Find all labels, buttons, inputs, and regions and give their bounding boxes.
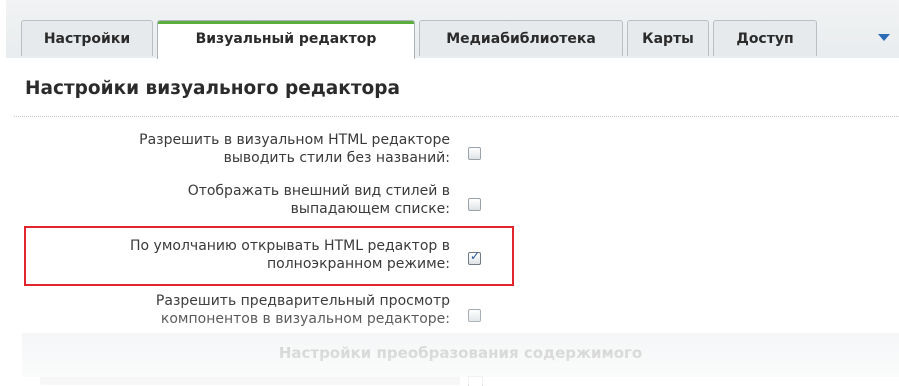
option-label-line2: выпадающем списке: <box>290 201 450 217</box>
checkbox-component-preview[interactable] <box>468 309 481 322</box>
divider <box>14 116 899 117</box>
option-label-component-preview: Разрешить предварительный просмотр компо… <box>24 292 450 328</box>
tab-bar: Настройки Визуальный редактор Медиабибли… <box>6 0 899 59</box>
tab-settings[interactable]: Настройки <box>21 20 153 56</box>
tab-label: Медиабиблиотека <box>446 31 596 47</box>
subsection-title-text: Настройки преобразования содержимого <box>278 344 643 362</box>
tab-visual-editor[interactable]: Визуальный редактор <box>157 20 415 59</box>
option-label-styles-without-names: Разрешить в визуальном HTML редакторе вы… <box>24 131 450 167</box>
tab-label: Настройки <box>43 31 131 47</box>
tab-media-library[interactable]: Медиабиблиотека <box>419 20 623 56</box>
tab-maps[interactable]: Карты <box>627 20 709 56</box>
option-label-style-preview: Отображать внешний вид стилей в выпадающ… <box>24 182 450 218</box>
option-label-line1: Разрешить в визуальном HTML редакторе <box>139 132 450 148</box>
triangle-down-icon[interactable] <box>878 34 890 41</box>
tab-label: Визуальный редактор <box>195 31 377 47</box>
cut-off-option-label <box>40 377 460 385</box>
tab-label: Доступ <box>736 31 794 47</box>
option-label-line2: компонентов в визуальном редакторе: <box>160 311 450 327</box>
highlight-frame <box>24 226 514 286</box>
subsection-title: Настройки преобразования содержимого <box>0 344 899 362</box>
tab-access[interactable]: Доступ <box>713 20 817 56</box>
option-label-line1: Разрешить предварительный просмотр <box>155 293 450 309</box>
checkbox-style-preview[interactable] <box>468 198 481 211</box>
tab-label: Карты <box>642 31 694 47</box>
option-label-line2: выводить стили без названий: <box>223 150 450 166</box>
option-label-line1: Отображать внешний вид стилей в <box>187 183 450 199</box>
checkbox-styles-without-names[interactable] <box>468 147 481 160</box>
section-title: Настройки визуального редактора <box>25 78 400 99</box>
